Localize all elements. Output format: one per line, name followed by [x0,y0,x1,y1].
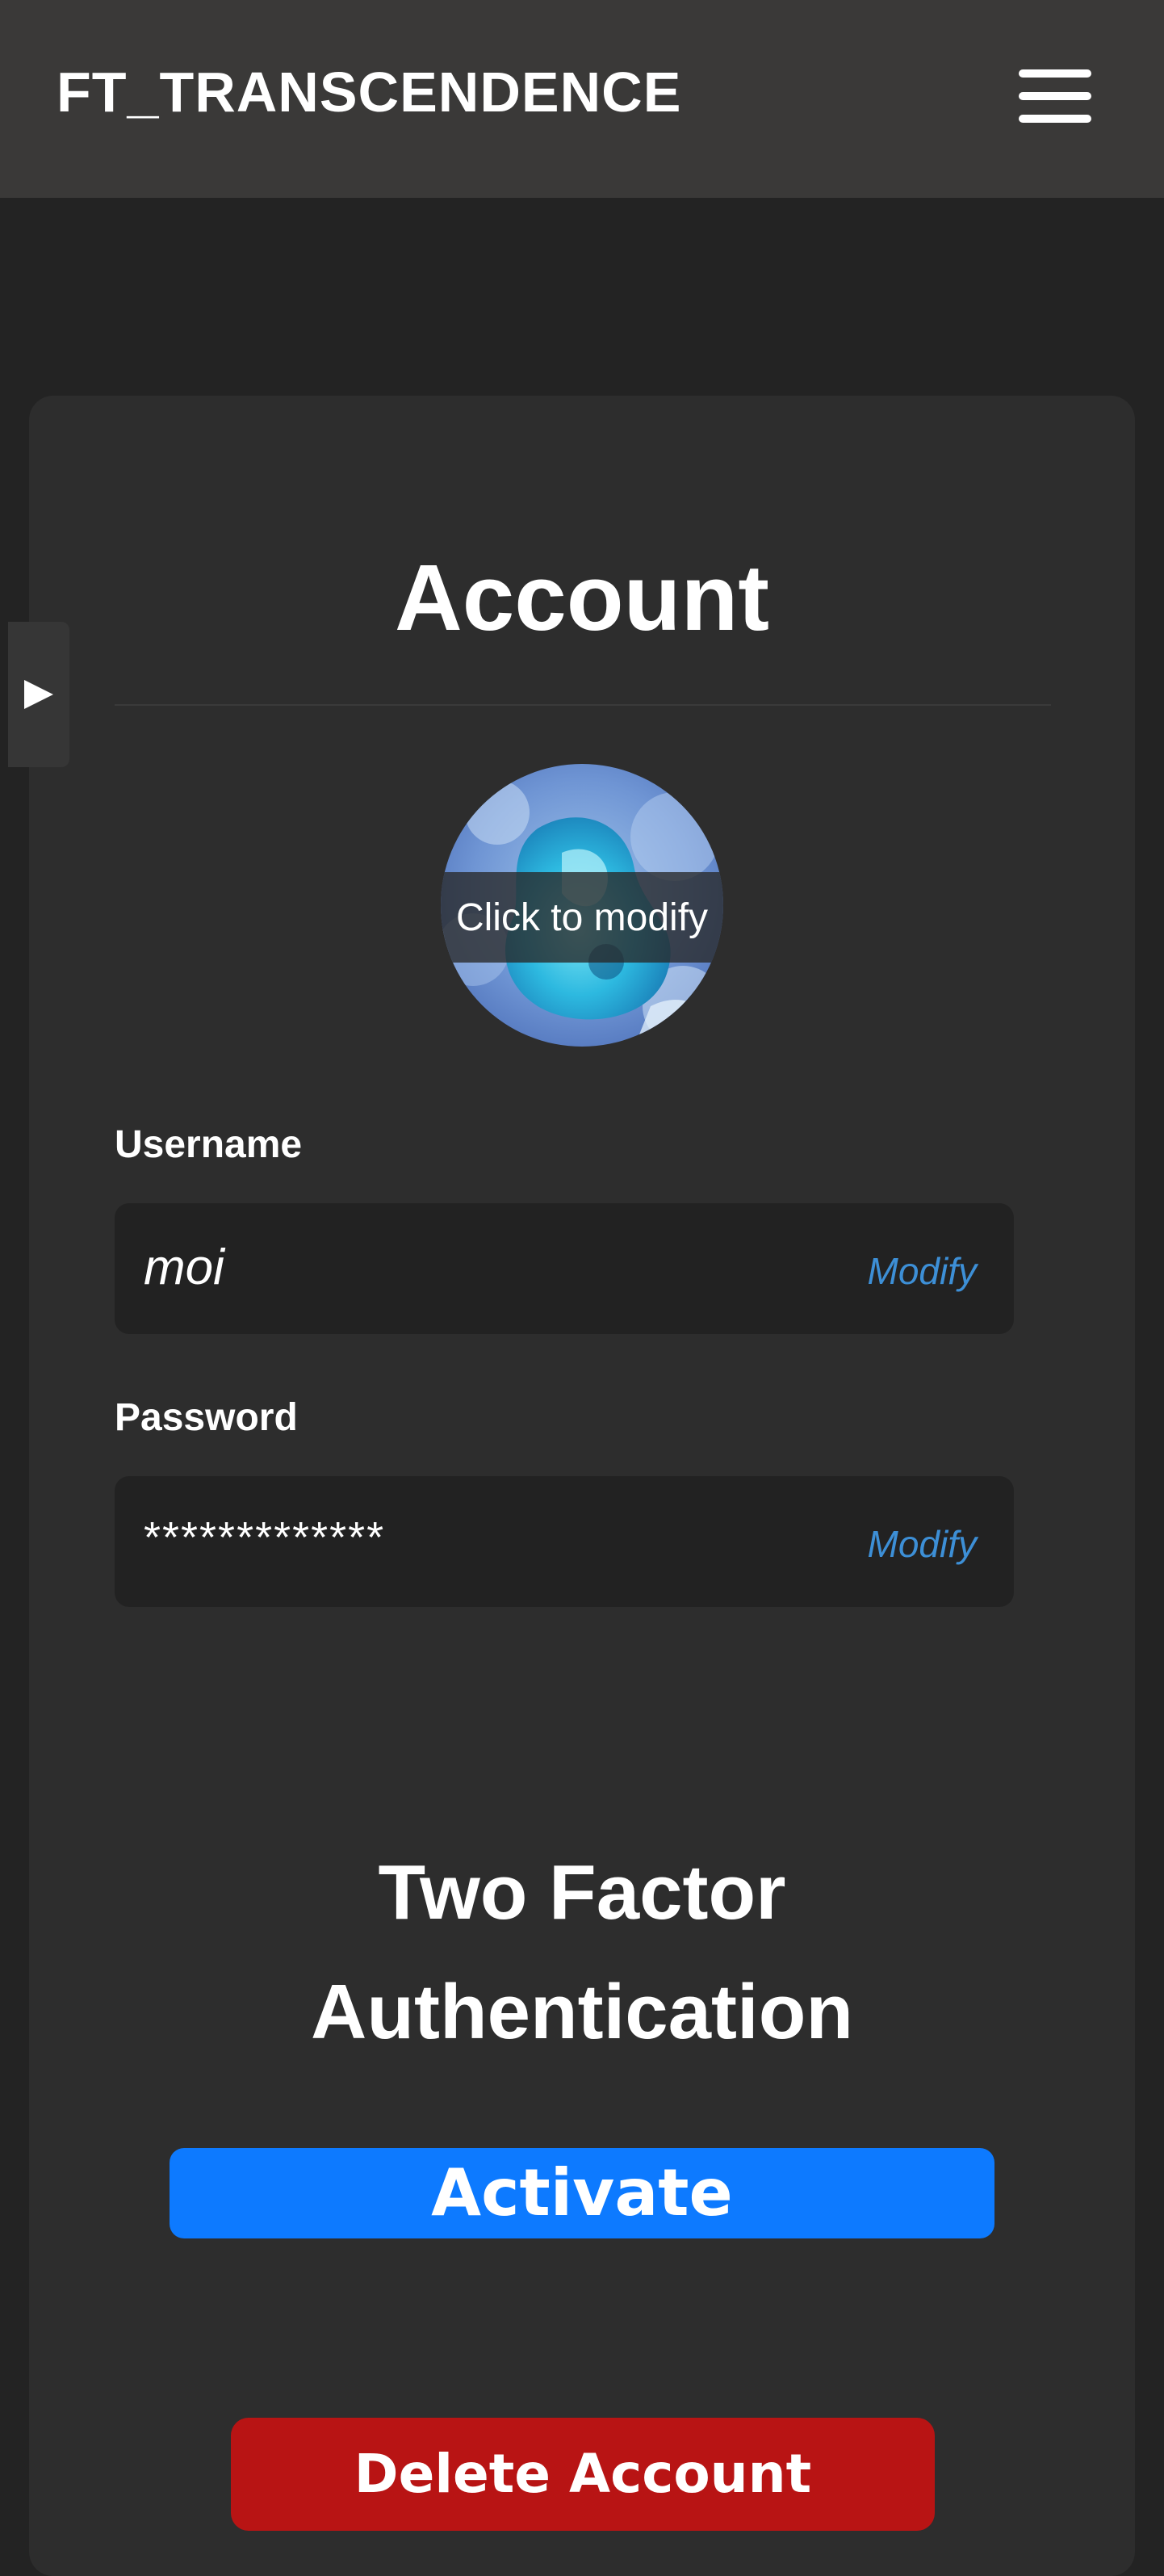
avatar-upload[interactable]: Click to modify [441,764,723,1047]
password-label: Password [115,1396,298,1439]
avatar-overlay-label: Click to modify [441,872,723,963]
two-factor-title: Two Factor Authentication [0,1833,1164,2072]
hamburger-bar [1019,115,1091,123]
password-value: ************* [144,1513,386,1562]
play-triangle-icon [24,680,53,709]
title-divider [115,704,1051,706]
hamburger-bar [1019,92,1091,100]
username-value: moi [144,1240,224,1295]
sidebar-toggle-button[interactable] [8,622,69,767]
hamburger-menu-icon[interactable] [1019,69,1091,123]
password-modify-link[interactable]: Modify [868,1521,977,1567]
two-factor-title-line2: Authentication [311,1969,853,2055]
username-label: Username [115,1123,303,1166]
two-factor-title-line1: Two Factor [378,1849,786,1936]
password-field[interactable]: ************* Modify [115,1476,1014,1607]
page-title: Account [395,545,769,650]
delete-account-button[interactable]: Delete Account [231,2418,935,2531]
hamburger-bar [1019,69,1091,78]
brand-title[interactable]: FT_TRANSCENDENCE [57,60,681,124]
activate-2fa-button[interactable]: Activate [170,2148,994,2238]
top-navbar: FT_TRANSCENDENCE [0,0,1164,198]
username-field[interactable]: moi Modify [115,1203,1014,1334]
username-modify-link[interactable]: Modify [868,1248,977,1294]
